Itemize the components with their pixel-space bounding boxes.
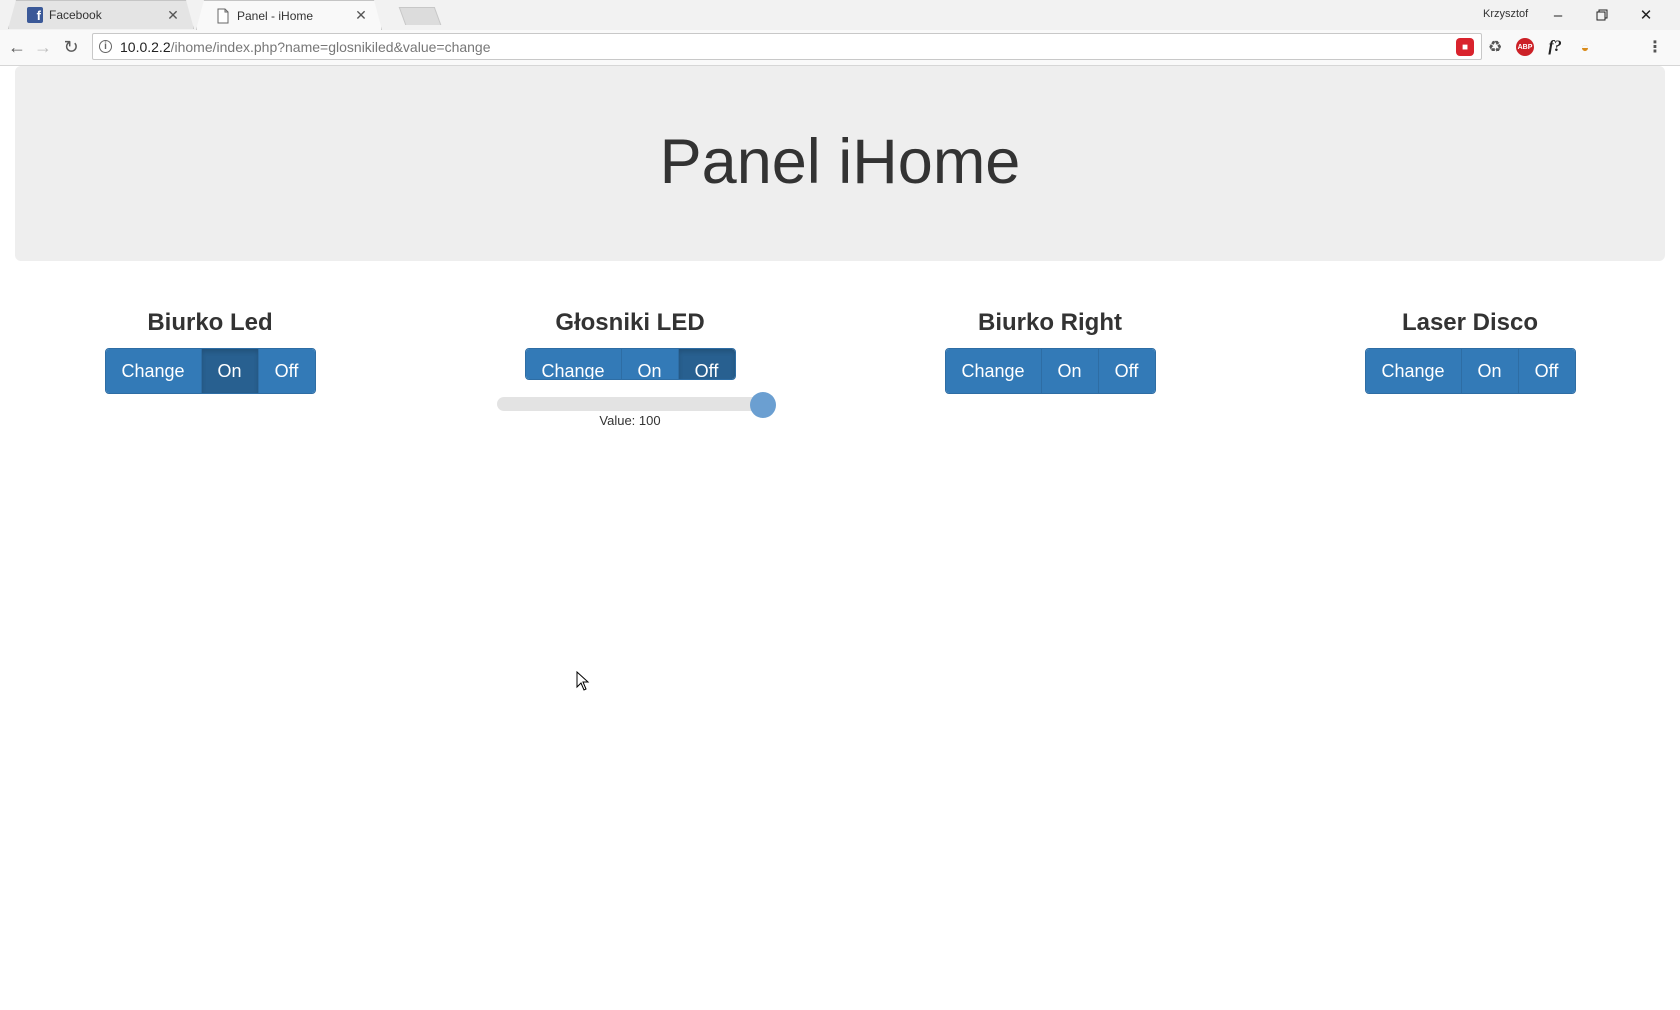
url-host: 10.0.2.2 [120,38,171,55]
restore-icon[interactable] [1580,2,1624,28]
close-icon[interactable]: ✕ [1624,2,1668,28]
device-button-group: Change On Off [1364,348,1576,394]
mouse-cursor-icon [576,671,590,691]
device-button-group: Change On Off [104,348,316,394]
header-jumbotron: Panel iHome [15,66,1665,261]
off-button[interactable]: Off [258,349,315,393]
off-button[interactable]: Off [678,349,735,379]
page-icon [215,8,231,24]
slider-thumb[interactable] [750,391,776,418]
tab-title: Panel - iHome [237,8,314,23]
slider-track[interactable] [497,396,763,411]
close-icon[interactable]: ✕ [353,7,369,24]
recycle-icon[interactable]: ♻ [1486,38,1504,56]
device-biurko-led: Biurko Led Change On Off [0,308,420,428]
forward-icon[interactable]: → [30,34,56,60]
change-button[interactable]: Change [525,349,622,379]
brightness-slider[interactable] [497,391,776,418]
info-icon[interactable]: i [99,40,112,53]
address-bar[interactable]: i 10.0.2.2/ihome/index.php?name=glosniki… [92,33,1482,60]
tab-panel-ihome[interactable]: Panel - iHome ✕ [196,0,382,30]
url-path: /ihome/index.php?name=glosnikiled&value=… [170,38,491,55]
profile-name[interactable]: Krzysztof [1483,8,1528,20]
device-button-group: Change On Off [524,348,736,380]
page-title: Panel iHome [659,126,1021,197]
device-biurko-right: Biurko Right Change On Off [840,308,1260,428]
on-button[interactable]: On [1461,349,1519,393]
tab-title: Facebook [49,8,102,22]
url-text[interactable]: 10.0.2.2/ihome/index.php?name=glosnikile… [120,39,491,55]
device-title: Biurko Led [147,309,273,336]
new-tab-button[interactable] [398,7,442,25]
reload-icon[interactable]: ↻ [58,34,84,60]
extension-red-icon[interactable]: ■ [1456,38,1474,56]
on-button[interactable]: On [621,349,679,379]
facebook-icon: f [27,7,43,23]
change-button[interactable]: Change [945,349,1042,393]
device-title: Laser Disco [1401,309,1539,336]
back-icon[interactable]: ← [4,34,30,60]
device-laser-disco: Laser Disco Change On Off [1260,308,1680,428]
close-icon[interactable]: ✕ [165,7,181,24]
change-button[interactable]: Change [1365,349,1462,393]
slider-value-label: Value: 100 [599,413,661,428]
tab-facebook[interactable]: f Facebook ✕ [8,0,194,29]
device-title: Głosniki LED [555,309,705,336]
minimize-icon[interactable]: – [1536,2,1580,28]
device-title: Biurko Right [978,309,1122,336]
browser-toolbar: ← → ↻ i 10.0.2.2/ihome/index.php?name=gl… [0,30,1680,66]
tab-strip: f Facebook ✕ Panel - iHome ✕ Krzysztof –… [0,0,1680,30]
off-button[interactable]: Off [1098,349,1155,393]
extension-bowl-icon[interactable]: ◒ [1576,38,1594,56]
off-button[interactable]: Off [1518,349,1575,393]
device-glosniki-led: Głosniki LED Change On Off Value: 100 [420,308,840,428]
font-finder-icon[interactable]: f? [1546,38,1564,56]
adblock-icon[interactable]: ABP [1516,38,1534,56]
device-button-group: Change On Off [944,348,1156,394]
on-button[interactable]: On [201,349,259,393]
change-button[interactable]: Change [105,349,202,393]
menu-icon[interactable]: ⋮ [1646,38,1664,56]
on-button[interactable]: On [1041,349,1099,393]
